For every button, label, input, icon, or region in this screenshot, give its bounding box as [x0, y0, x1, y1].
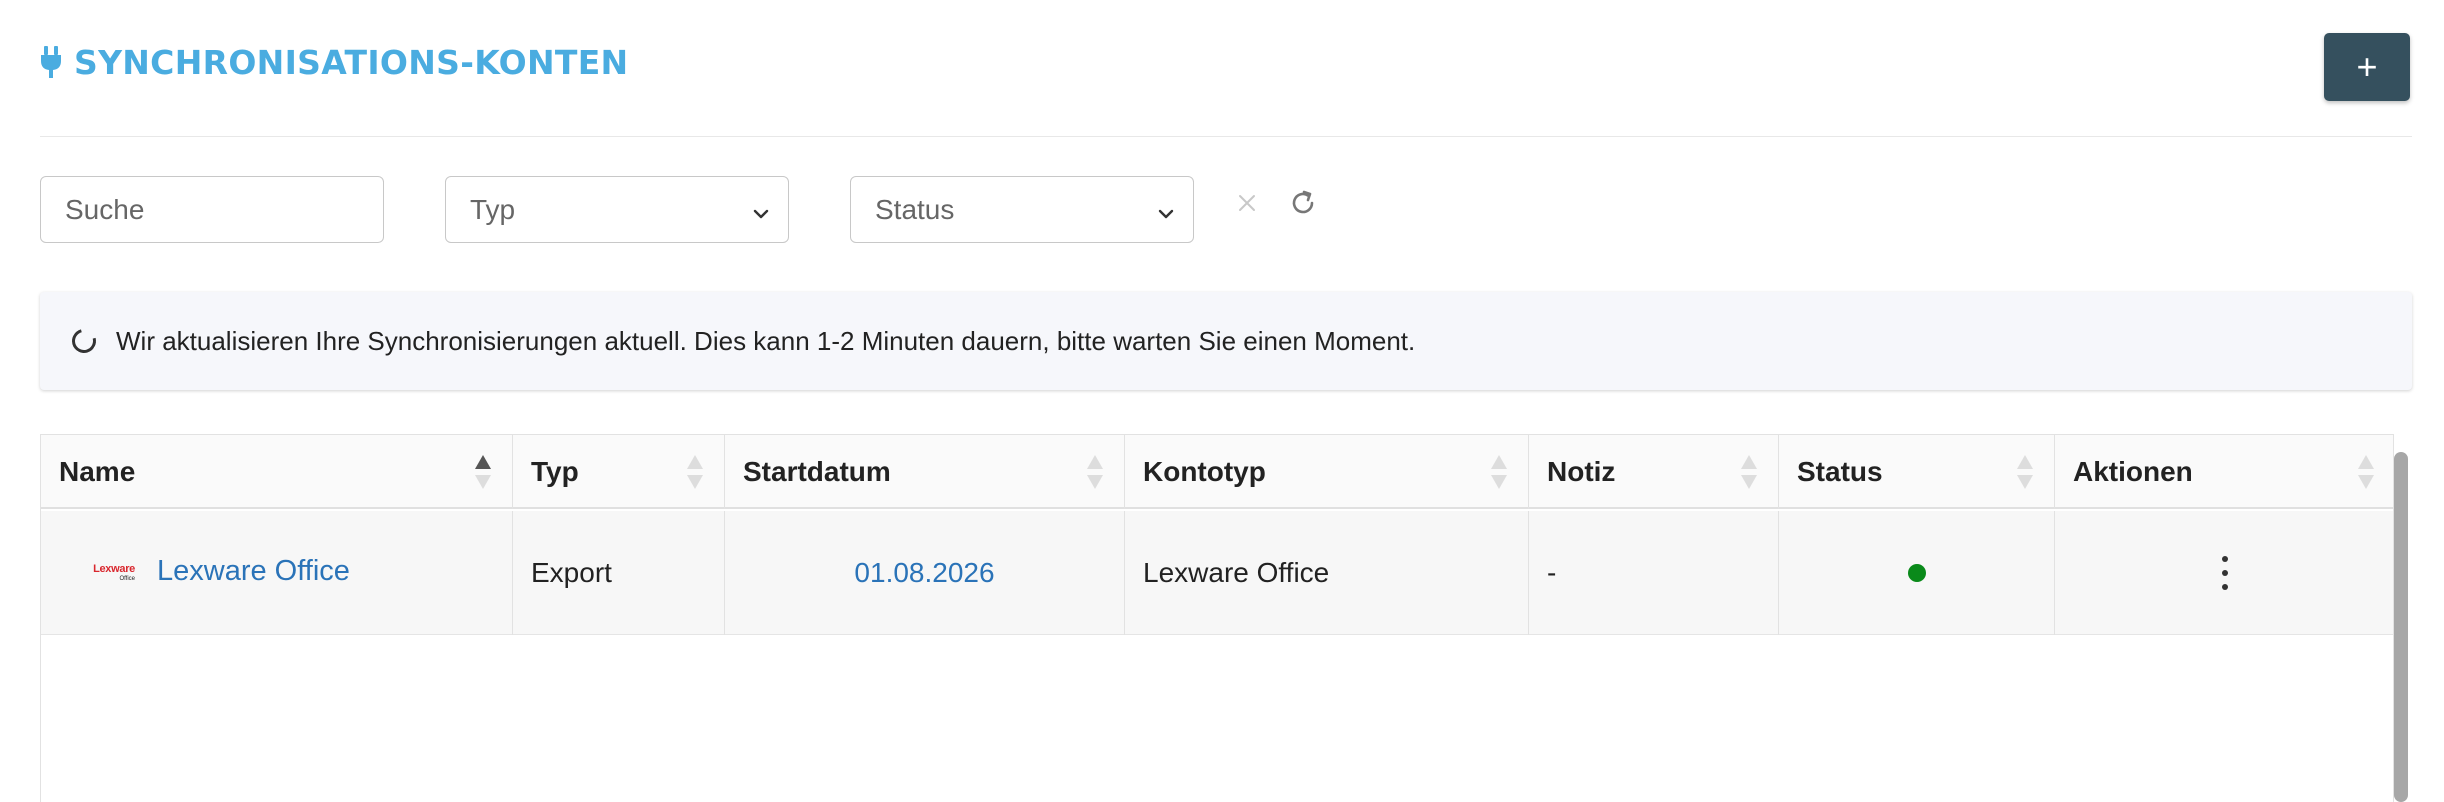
sort-icon [1086, 453, 1104, 491]
column-header-account-type[interactable]: Kontotyp [1125, 435, 1529, 509]
page-title: SYNCHRONISATIONS-KONTEN [74, 42, 629, 82]
column-header-note[interactable]: Notiz [1529, 435, 1779, 509]
chevron-down-icon [752, 199, 770, 219]
notice-text: Wir aktualisieren Ihre Synchronisierunge… [116, 325, 1416, 356]
cell-type: Export [513, 511, 725, 635]
lexware-logo: Lexware Office [93, 563, 135, 583]
account-name-link[interactable]: Lexware Office [157, 555, 350, 588]
cell-note: - [1529, 511, 1779, 635]
column-header-type[interactable]: Typ [513, 435, 725, 509]
sort-icon [1740, 453, 1758, 491]
cell-status [1779, 511, 2055, 635]
sort-icon [686, 453, 704, 491]
table-row[interactable]: Lexware Office Lexware Office Export 01.… [41, 511, 2393, 635]
chevron-down-icon [1157, 199, 1175, 219]
sort-icon [2357, 453, 2375, 491]
accounts-table: Name Typ Startdatum Kontotyp Notiz Statu… [40, 434, 2394, 802]
status-select[interactable]: Status [850, 176, 1194, 243]
page-title-wrap: SYNCHRONISATIONS-KONTEN [40, 40, 628, 84]
sort-icon [1490, 453, 1508, 491]
status-dot-icon [1907, 564, 1926, 582]
plug-icon [40, 44, 64, 80]
column-header-status[interactable]: Status [1779, 435, 2055, 509]
add-account-button[interactable]: + [2324, 33, 2410, 101]
vertical-scrollbar[interactable] [2394, 452, 2408, 802]
sort-icon [2016, 453, 2034, 491]
sort-ascending-icon [474, 453, 492, 491]
close-icon[interactable] [1234, 190, 1260, 216]
page-header: SYNCHRONISATIONS-KONTEN + [40, 0, 2412, 137]
status-select-label: Status [875, 193, 955, 225]
kebab-menu-icon[interactable] [2221, 556, 2229, 590]
refresh-icon[interactable] [1288, 188, 1318, 218]
search-placeholder: Suche [65, 193, 145, 225]
type-select-label: Typ [470, 193, 516, 225]
start-date-link[interactable]: 01.08.2026 [725, 511, 1125, 635]
column-header-actions[interactable]: Aktionen [2055, 435, 2393, 509]
plus-icon: + [2356, 46, 2378, 87]
column-header-name[interactable]: Name [41, 435, 513, 509]
spinner-icon [67, 324, 101, 358]
cell-account-type: Lexware Office [1125, 511, 1529, 635]
column-header-start-date[interactable]: Startdatum [725, 435, 1125, 509]
cell-name: Lexware Office Lexware Office [41, 511, 513, 635]
type-select[interactable]: Typ [445, 176, 789, 243]
table-header: Name Typ Startdatum Kontotyp Notiz Statu… [41, 435, 2393, 509]
cell-actions [2055, 511, 2393, 635]
search-input[interactable]: Suche [40, 176, 384, 243]
sync-notice: Wir aktualisieren Ihre Synchronisierunge… [40, 292, 2412, 390]
